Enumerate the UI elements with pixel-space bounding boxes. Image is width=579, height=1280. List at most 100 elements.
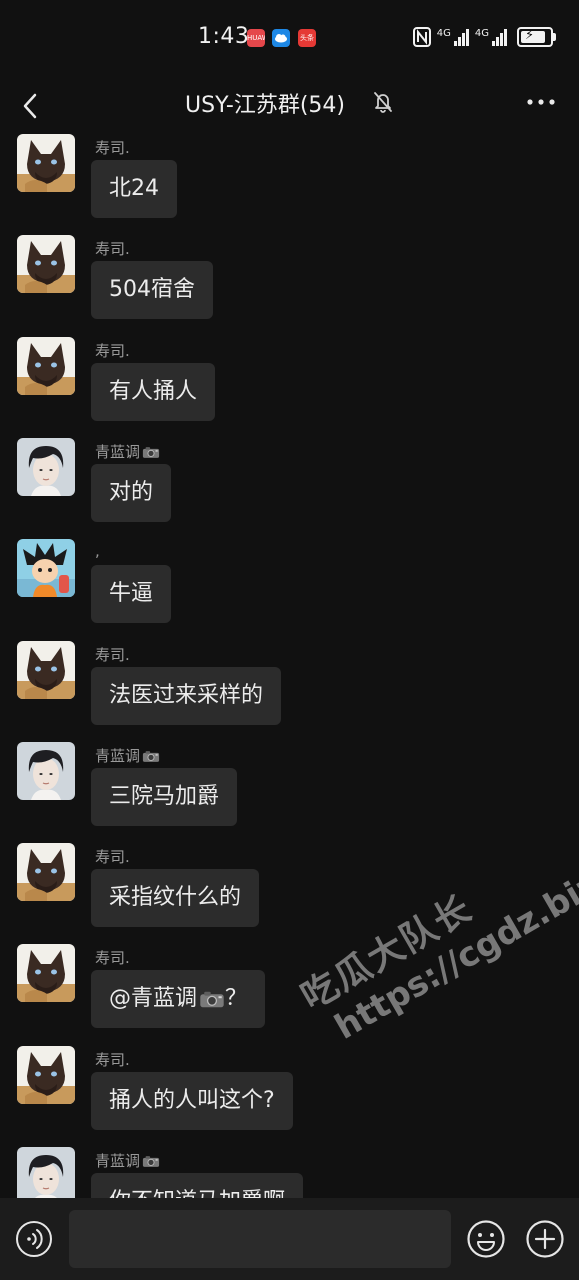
person-avatar[interactable]: [17, 438, 75, 496]
message-bubble[interactable]: @青蓝调 ？: [91, 970, 266, 1028]
sender-name-text: 寿司.: [95, 240, 130, 258]
cat-avatar[interactable]: [17, 337, 75, 395]
bell-muted-icon: [374, 92, 392, 113]
message-text: @青蓝调: [109, 986, 198, 1011]
sender-name: 青蓝调: [95, 1150, 160, 1171]
message-row: 寿司. 采指纹什么的: [0, 843, 579, 943]
message-bubble[interactable]: 采指纹什么的: [91, 869, 260, 927]
charging-bolt-icon: ⚡: [525, 28, 535, 43]
sender-name-text: ,: [95, 542, 100, 560]
nfc-icon: [412, 27, 431, 47]
more-dots-icon: [527, 99, 555, 105]
cat-avatar[interactable]: [17, 944, 75, 1002]
person-avatar[interactable]: [17, 1147, 75, 1198]
sender-name: 寿司.: [95, 137, 130, 158]
status-indicators: 4G 4G ⚡: [412, 27, 556, 47]
message-row: 寿司. @青蓝调 ？: [0, 944, 579, 1044]
emoji-button[interactable]: [466, 1219, 506, 1259]
sender-name-text: 青蓝调: [95, 747, 141, 765]
message-text: 法医过来采样的: [109, 683, 264, 708]
message-text: 捅人的人叫这个?: [109, 1088, 275, 1113]
message-row: 寿司. 法医过来采样的: [0, 641, 579, 741]
sender-name: 寿司.: [95, 947, 130, 968]
sender-name-text: 寿司.: [95, 949, 130, 967]
sender-name-text: 寿司.: [95, 646, 130, 664]
message-bubble[interactable]: 牛逼: [91, 565, 172, 623]
huawei-app-icon: HUAWEI: [247, 29, 265, 47]
cat-avatar[interactable]: [17, 134, 75, 192]
message-bubble[interactable]: 捅人的人叫这个?: [91, 1072, 293, 1130]
cloud-app-icon: [272, 29, 290, 47]
cat-avatar[interactable]: [17, 641, 75, 699]
message-row: 寿司. 北24: [0, 134, 579, 234]
message-text: 有人捅人: [109, 379, 198, 404]
sender-name: 青蓝调: [95, 441, 160, 462]
add-button[interactable]: [525, 1219, 565, 1259]
cat-avatar[interactable]: [17, 843, 75, 901]
person-avatar[interactable]: [17, 742, 75, 800]
status-bar: 1:43 HUAWEI 头条 4G 4G ⚡: [0, 0, 579, 78]
input-bar: [0, 1198, 579, 1280]
message-text: 504宿舍: [109, 277, 195, 302]
message-text: 三院马加爵: [109, 784, 220, 809]
sender-name-text: 寿司.: [95, 342, 130, 360]
sender-name: ,: [95, 542, 100, 560]
message-bubble[interactable]: 对的: [91, 464, 172, 522]
sender-name: 青蓝调: [95, 745, 160, 766]
message-row: 青蓝调你不知道马加爵啊: [0, 1147, 579, 1198]
cat-avatar[interactable]: [17, 235, 75, 293]
message-list[interactable]: 寿司. 北24 寿司. 504宿舍 寿司. 有人捅人 青蓝调 对的, 牛逼 寿司. 法医过来采样的青…: [0, 134, 579, 1198]
cat-avatar[interactable]: [17, 1046, 75, 1104]
sender-name-text: 寿司.: [95, 139, 130, 157]
sender-name: 寿司.: [95, 340, 130, 361]
voice-button[interactable]: [15, 1220, 53, 1258]
status-time: 1:43: [198, 24, 250, 49]
back-button[interactable]: [14, 86, 50, 126]
message-bubble[interactable]: 504宿舍: [91, 261, 213, 319]
message-row: 寿司. 捅人的人叫这个?: [0, 1046, 579, 1146]
message-text: 对的: [109, 480, 154, 505]
message-row: 寿司. 有人捅人: [0, 337, 579, 437]
sender-name-text: 寿司.: [95, 1051, 130, 1069]
sender-name: 寿司.: [95, 238, 130, 259]
message-bubble[interactable]: 北24: [91, 160, 177, 218]
message-bubble[interactable]: 三院马加爵: [91, 768, 238, 826]
camera-emoji-icon: [200, 991, 224, 1007]
message-row: 青蓝调对的: [0, 438, 579, 538]
camera-emoji-icon: [142, 751, 160, 762]
camera-emoji-icon: [142, 447, 160, 458]
message-bubble[interactable]: 你不知道马加爵啊: [91, 1173, 304, 1198]
message-row: 寿司. 504宿舍: [0, 235, 579, 335]
battery-icon: ⚡: [517, 27, 556, 47]
sender-name: 寿司.: [95, 846, 130, 867]
sender-name: 寿司.: [95, 1049, 130, 1070]
message-text: 北24: [109, 176, 159, 201]
network-label-1: 4G: [436, 27, 451, 39]
sender-name-text: 寿司.: [95, 848, 130, 866]
title-bar: USY-江苏群(54): [0, 78, 579, 134]
chat-title[interactable]: USY-江苏群(54): [185, 87, 345, 119]
signal-icon-2: 4G: [474, 27, 507, 46]
message-text: 采指纹什么的: [109, 885, 242, 910]
sender-name-text: 青蓝调: [95, 1152, 141, 1170]
sender-name: 寿司.: [95, 644, 130, 665]
emoji-icon: [467, 1220, 505, 1258]
message-row: 青蓝调三院马加爵: [0, 742, 579, 842]
cartoon-avatar[interactable]: [17, 539, 75, 597]
signal-icon-1: 4G: [436, 27, 469, 46]
toutiao-app-icon: 头条: [298, 29, 316, 47]
message-input[interactable]: [69, 1210, 451, 1268]
message-text-suffix: ？: [225, 986, 248, 1011]
message-row: , 牛逼: [0, 539, 579, 639]
message-text: 牛逼: [109, 581, 154, 606]
message-text: 你不知道马加爵啊: [109, 1189, 285, 1198]
message-bubble[interactable]: 有人捅人: [91, 363, 216, 421]
sender-name-text: 青蓝调: [95, 443, 141, 461]
camera-emoji-icon: [142, 1156, 160, 1167]
network-label-2: 4G: [474, 27, 489, 39]
voice-icon: [16, 1221, 52, 1257]
more-button[interactable]: [525, 90, 557, 114]
chevron-left-icon: [23, 93, 37, 119]
message-bubble[interactable]: 法医过来采样的: [91, 667, 282, 725]
plus-icon: [526, 1220, 564, 1258]
